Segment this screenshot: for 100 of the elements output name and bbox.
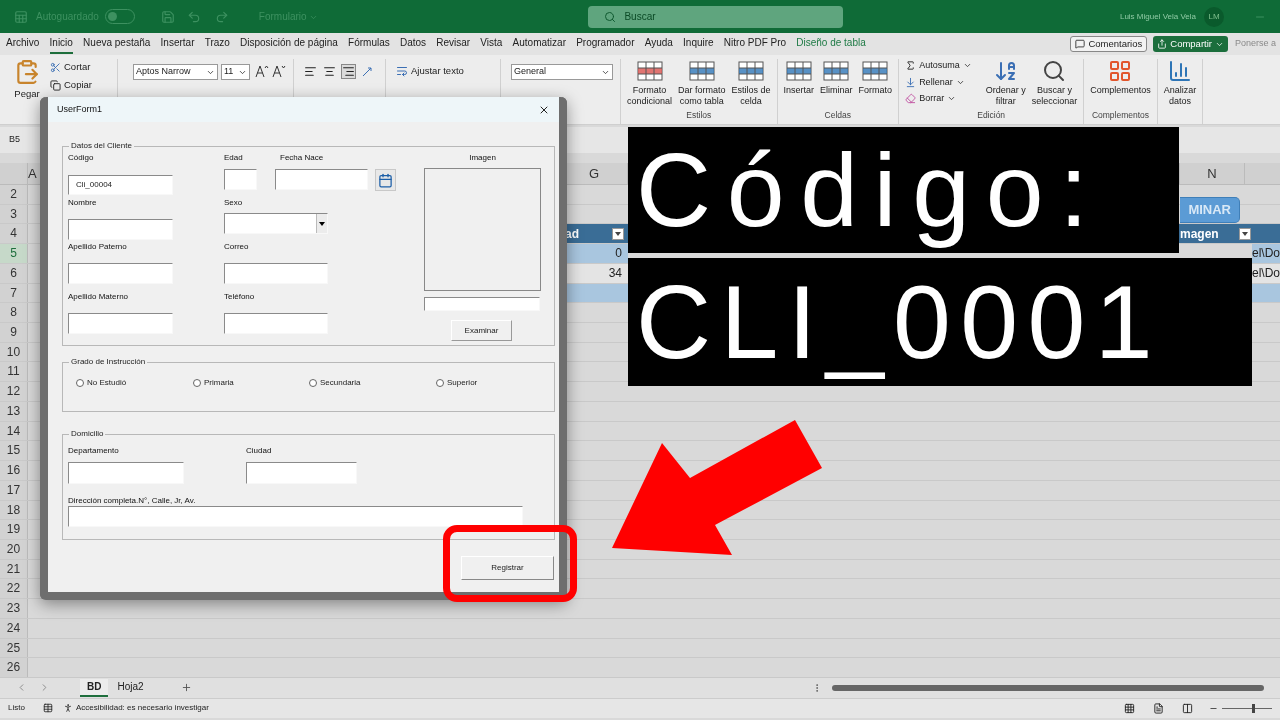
- row-header[interactable]: 9: [0, 323, 28, 342]
- ribbon-command[interactable]: Buscar y seleccionar: [1031, 59, 1078, 110]
- page-break-icon[interactable]: [1182, 702, 1193, 714]
- field-label: Sexo: [224, 198, 243, 208]
- path-field[interactable]: [424, 297, 540, 311]
- ribbon-command[interactable]: Analizar datos: [1163, 59, 1197, 124]
- ribbon-tab[interactable]: Archivo: [6, 34, 40, 54]
- number-format-select[interactable]: General: [511, 64, 613, 80]
- field-label: Fecha Nace: [280, 153, 324, 163]
- ribbon-command[interactable]: Estilos de celda: [731, 59, 771, 110]
- search-icon: [604, 10, 617, 23]
- grid-icon: [1108, 59, 1133, 83]
- row-header[interactable]: 8: [0, 303, 28, 323]
- ribbon-command[interactable]: Complementos: [1090, 59, 1151, 110]
- text-field[interactable]: [68, 313, 173, 334]
- ribbon-tab[interactable]: Programador: [576, 34, 635, 54]
- register-button[interactable]: Registrar: [461, 556, 554, 580]
- row-header[interactable]: 19: [0, 520, 28, 539]
- caption-text: Código:: [636, 130, 1104, 250]
- row-header[interactable]: 16: [0, 461, 28, 480]
- row-header[interactable]: 12: [0, 382, 28, 401]
- ribbon-tab[interactable]: Insertar: [160, 34, 195, 54]
- calendar-button[interactable]: [375, 169, 396, 191]
- user-avatar[interactable]: LM: [1204, 6, 1224, 27]
- examinar-button[interactable]: Examinar: [451, 320, 512, 341]
- font-name-select[interactable]: Aptos Narrow: [133, 64, 218, 80]
- text-field[interactable]: [224, 313, 328, 334]
- row-header[interactable]: 11: [0, 362, 28, 382]
- comments-button[interactable]: Comentarios: [1070, 36, 1148, 52]
- text-field[interactable]: [68, 263, 173, 284]
- search-field[interactable]: Buscar: [588, 5, 844, 28]
- add-sheet-icon[interactable]: [180, 682, 192, 694]
- text-field[interactable]: [68, 462, 184, 484]
- column-header[interactable]: A: [28, 163, 40, 184]
- filter-button[interactable]: [1238, 227, 1251, 240]
- row-header[interactable]: 2: [0, 185, 28, 204]
- text-field[interactable]: [68, 219, 173, 240]
- align-bottom-icon[interactable]: [342, 65, 355, 78]
- ribbon-command[interactable]: Ordenar y filtrar: [985, 59, 1026, 110]
- radio-button[interactable]: [193, 379, 201, 387]
- font-size-select[interactable]: 11: [221, 64, 250, 80]
- grow-font-icon[interactable]: [255, 64, 269, 78]
- accessibility-status[interactable]: Accesibilidad: es necesario investigar: [75, 702, 209, 715]
- row-header[interactable]: 26: [0, 658, 28, 677]
- ribbon-command[interactable]: Borrar: [905, 92, 972, 106]
- ribbon-tab[interactable]: Disposición de página: [240, 34, 338, 54]
- ribbon-tab[interactable]: Fórmulas: [348, 34, 390, 54]
- page-layout-icon[interactable]: [1153, 702, 1164, 714]
- row-header[interactable]: 4: [0, 224, 28, 244]
- row-header[interactable]: 15: [0, 441, 28, 461]
- text-field[interactable]: Cli_00004: [68, 175, 173, 195]
- zoom-thumb[interactable]: [1252, 703, 1255, 713]
- table-icon: [635, 59, 664, 83]
- ribbon-tab[interactable]: Revisar: [436, 34, 471, 54]
- chart-icon: [1168, 59, 1192, 83]
- radio-button[interactable]: [76, 379, 84, 387]
- ribbon-tab[interactable]: Ayuda: [644, 34, 673, 54]
- ribbon-tab[interactable]: Nueva pestaña: [83, 34, 151, 54]
- ribbon-tab[interactable]: Datos: [399, 34, 427, 54]
- wrap-text-button[interactable]: Ajustar texto: [396, 64, 500, 79]
- share-button[interactable]: Compartir: [1153, 36, 1228, 52]
- align-middle-icon[interactable]: [323, 65, 336, 78]
- row-header[interactable]: 22: [0, 579, 28, 599]
- ribbon-command[interactable]: Eliminar: [820, 59, 853, 110]
- sheet-tab[interactable]: BD: [80, 678, 109, 697]
- copy-button[interactable]: Copiar: [50, 78, 92, 93]
- ribbon-command[interactable]: Insertar: [783, 59, 815, 110]
- ribbon-tab[interactable]: Diseño de tabla: [796, 34, 866, 54]
- paste-icon[interactable]: [14, 59, 40, 85]
- ribbon-tab[interactable]: Vista: [480, 34, 503, 54]
- ribbon-command[interactable]: Autosuma: [905, 59, 972, 73]
- eraser-icon: [905, 93, 917, 105]
- accessibility-icon: [62, 703, 73, 714]
- radio-button[interactable]: [436, 379, 444, 387]
- align-top-icon[interactable]: [304, 65, 317, 78]
- cut-button[interactable]: Cortar: [50, 60, 92, 75]
- text-field[interactable]: [224, 169, 257, 190]
- filter-button[interactable]: [612, 227, 624, 240]
- ribbon-tab[interactable]: Automatizar: [512, 34, 566, 54]
- dropdown-arrow-icon[interactable]: [319, 221, 325, 226]
- ribbon-command[interactable]: Rellenar: [905, 75, 972, 89]
- date-field[interactable]: [275, 169, 368, 190]
- sheet-tab[interactable]: Hoja2: [110, 678, 151, 697]
- row-header[interactable]: 23: [0, 599, 28, 618]
- ribbon-command[interactable]: Formato condicional: [627, 59, 673, 110]
- ribbon-command[interactable]: Formato: [858, 59, 893, 110]
- ribbon-tab[interactable]: Nitro PDF Pro: [723, 34, 787, 54]
- horizontal-scrollbar[interactable]: [831, 684, 1264, 691]
- text-field[interactable]: [68, 506, 523, 527]
- ribbon-tab[interactable]: Inquire: [683, 34, 714, 54]
- radio-button[interactable]: [309, 379, 317, 387]
- paste-label[interactable]: Pegar: [14, 87, 40, 102]
- text-field[interactable]: [246, 462, 357, 484]
- normal-view-icon[interactable]: [1124, 702, 1135, 714]
- row-header[interactable]: 5: [0, 244, 28, 263]
- text-field[interactable]: [224, 263, 328, 284]
- macro-record-icon[interactable]: [42, 703, 53, 714]
- shrink-font-icon[interactable]: [272, 64, 286, 78]
- ribbon-command[interactable]: Dar formato como tabla: [678, 59, 726, 110]
- ribbon-tab[interactable]: Trazo: [204, 34, 230, 54]
